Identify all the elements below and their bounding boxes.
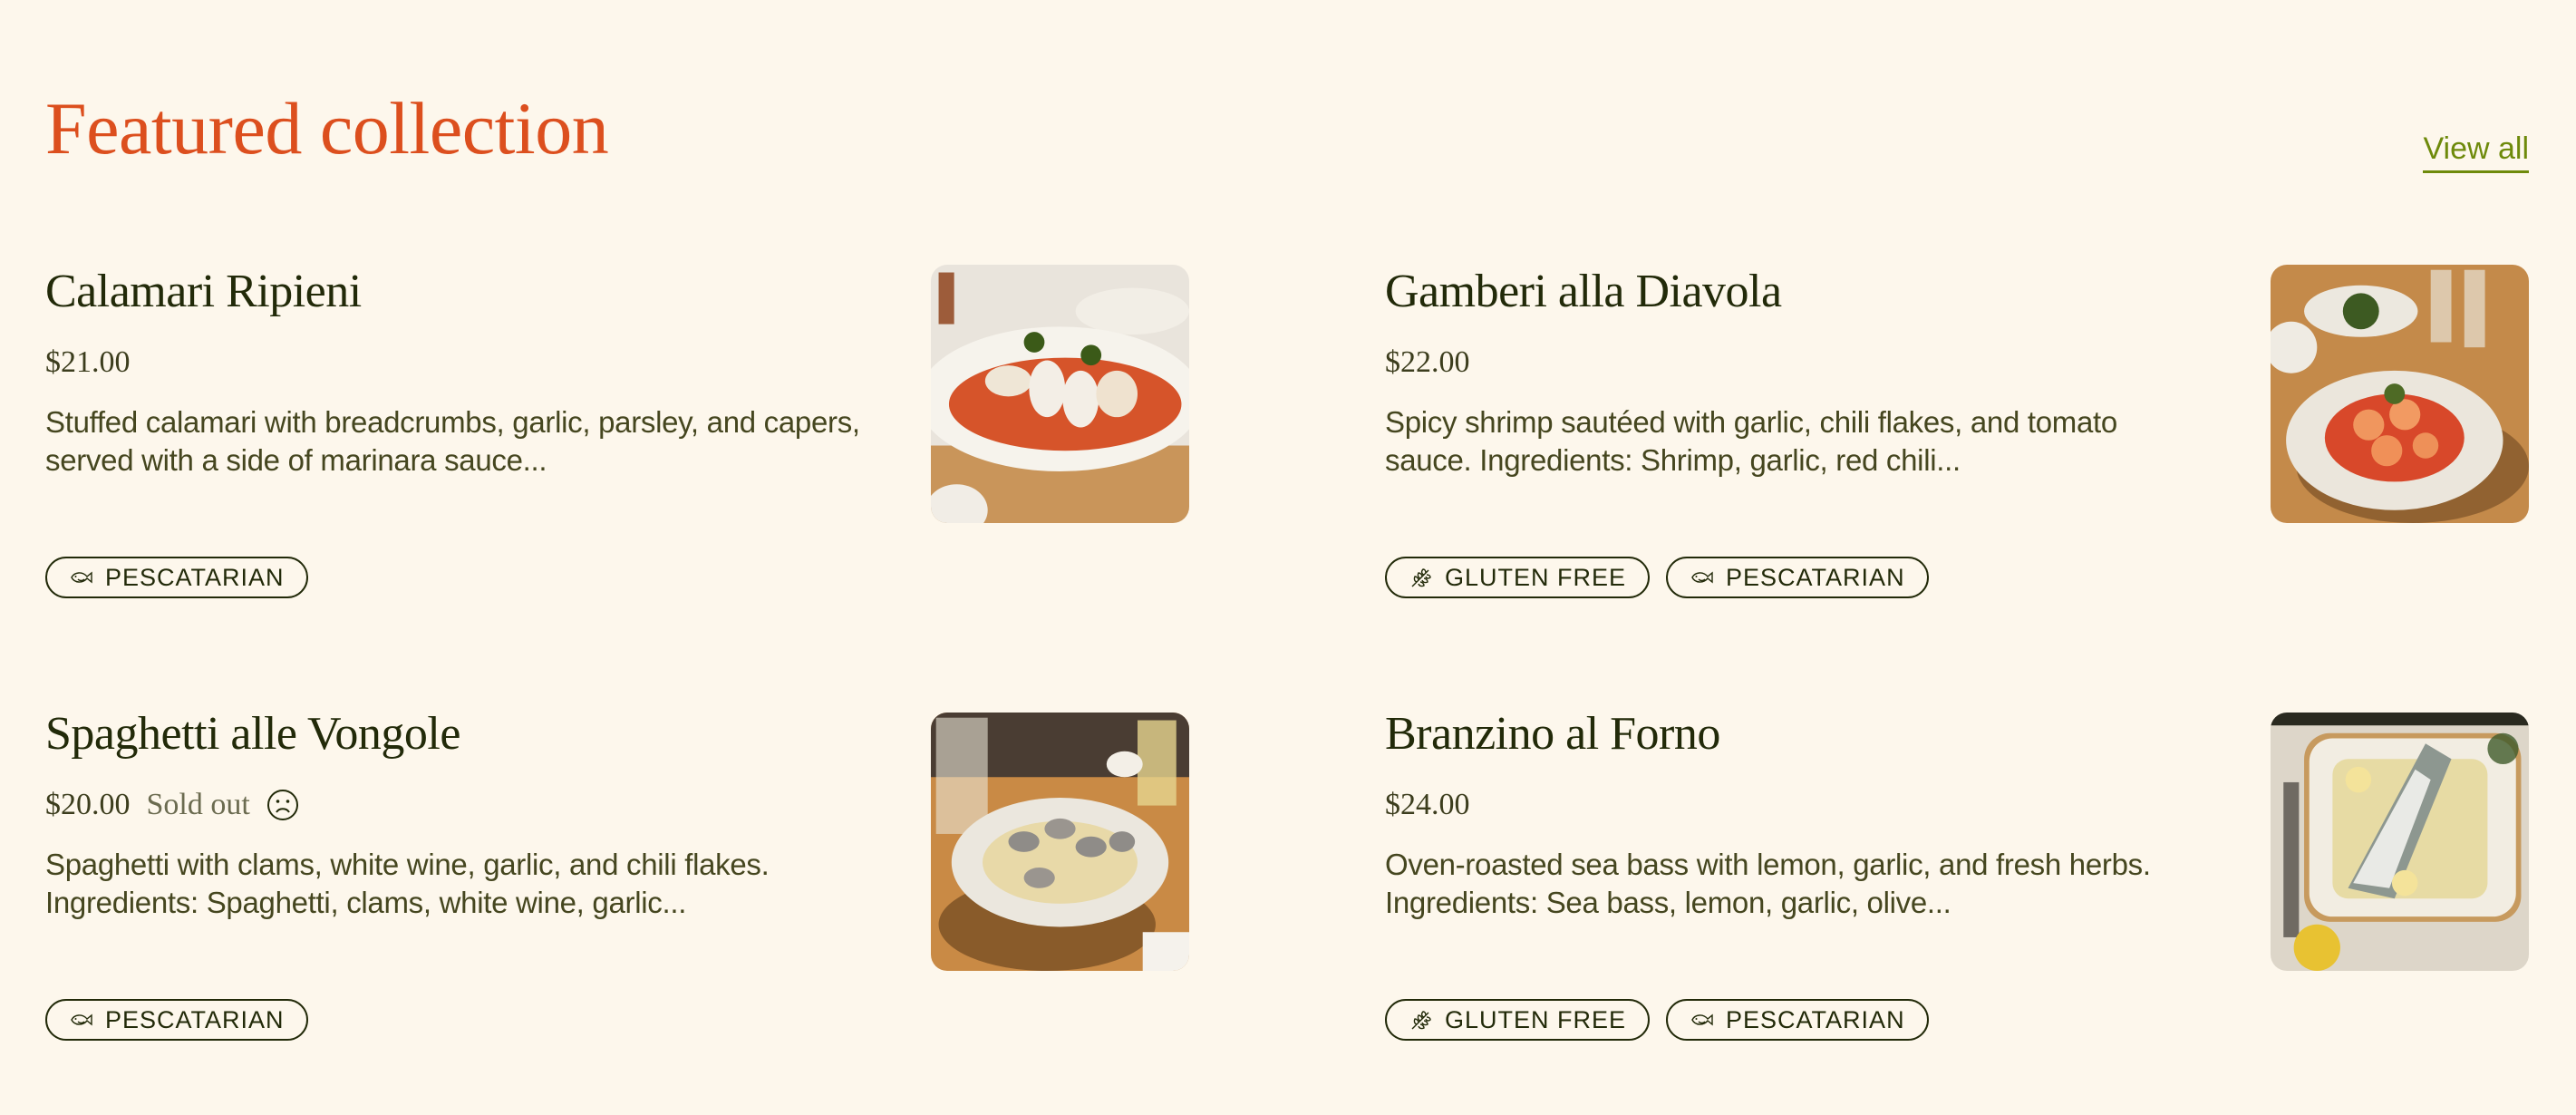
product-title[interactable]: Calamari Ripieni	[45, 265, 362, 319]
product-image[interactable]	[2271, 265, 2529, 523]
product-image[interactable]	[931, 265, 1189, 523]
calamari-dish-image	[931, 265, 1189, 523]
sea-bass-image	[2271, 713, 2529, 971]
wheat-icon	[1411, 568, 1431, 587]
sold-out-label: Sold out	[146, 788, 250, 821]
spaghetti-clams-image	[931, 713, 1189, 971]
tag-list: PESCATARIAN	[45, 557, 308, 598]
product-description: Spicy shrimp sautéed with garlic, chili …	[1385, 405, 2117, 477]
tag-label: PESCATARIAN	[105, 1005, 285, 1033]
fish-icon	[1691, 571, 1713, 584]
product-description: Oven-roasted sea bass with lemon, garlic…	[1385, 848, 2151, 919]
product-image[interactable]	[2271, 713, 2529, 971]
tag-pescatarian: PESCATARIAN	[1666, 557, 1929, 598]
tag-list: GLUTEN FREE PESCATARIAN	[1385, 999, 1929, 1041]
product-title[interactable]: Branzino al Forno	[1385, 707, 1720, 761]
product-image[interactable]	[931, 713, 1189, 971]
fish-icon	[71, 1013, 92, 1026]
tag-label: PESCATARIAN	[1726, 1005, 1905, 1033]
fish-icon	[1691, 1013, 1713, 1026]
price-row: $22.00	[1385, 343, 1470, 383]
tag-list: PESCATARIAN	[45, 999, 308, 1041]
product-description: Spaghetti with clams, white wine, garlic…	[45, 848, 770, 919]
product-title[interactable]: Spaghetti alle Vongole	[45, 707, 460, 761]
product-card[interactable]: Calamari Ripieni $21.00 Stuffed calamari…	[45, 265, 1189, 645]
product-title[interactable]: Gamberi alla Diavola	[1385, 265, 1782, 319]
product-price: $24.00	[1385, 788, 1470, 821]
sad-face-icon	[266, 790, 298, 820]
tag-gluten-free: GLUTEN FREE	[1385, 557, 1651, 598]
tag-list: GLUTEN FREE PESCATARIAN	[1385, 557, 1929, 598]
tag-gluten-free: GLUTEN FREE	[1385, 999, 1651, 1041]
tag-pescatarian: PESCATARIAN	[45, 557, 308, 598]
tag-pescatarian: PESCATARIAN	[1666, 999, 1929, 1041]
tag-label: PESCATARIAN	[105, 563, 285, 591]
price-row: $20.00 Sold out	[45, 785, 299, 825]
product-price: $21.00	[45, 345, 131, 379]
tag-pescatarian: PESCATARIAN	[45, 999, 308, 1041]
product-description: Stuffed calamari with breadcrumbs, garli…	[45, 405, 860, 477]
fish-icon	[71, 571, 92, 584]
product-card[interactable]: Spaghetti alle Vongole $20.00 Sold out S…	[45, 707, 1189, 1088]
price-row: $24.00	[1385, 785, 1470, 825]
wheat-icon	[1411, 1011, 1431, 1030]
tag-label: GLUTEN FREE	[1445, 563, 1627, 591]
product-card[interactable]: Gamberi alla Diavola $22.00 Spicy shrimp…	[1385, 265, 2529, 645]
product-price: $20.00	[45, 788, 131, 821]
product-card[interactable]: Branzino al Forno $24.00 Oven-roasted se…	[1385, 707, 2529, 1088]
view-all-link[interactable]: View all	[2423, 127, 2529, 173]
tag-label: PESCATARIAN	[1726, 563, 1905, 591]
shrimp-dish-image	[2271, 265, 2529, 523]
price-row: $21.00	[45, 343, 131, 383]
tag-label: GLUTEN FREE	[1445, 1005, 1627, 1033]
product-price: $22.00	[1385, 345, 1470, 379]
section-heading: Featured collection	[45, 87, 609, 170]
